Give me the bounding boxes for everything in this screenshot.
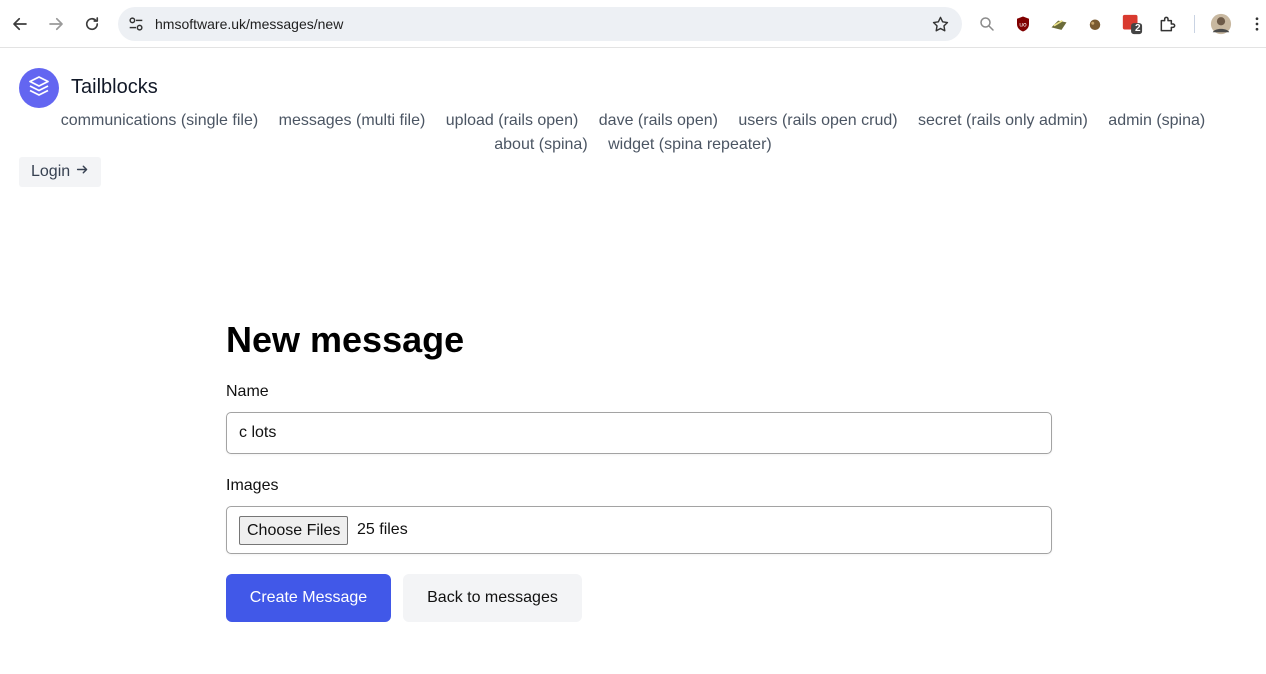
back-arrow-icon[interactable] bbox=[6, 10, 34, 38]
nav-link-secret[interactable]: secret (rails only admin) bbox=[918, 109, 1088, 133]
login-button[interactable]: Login bbox=[19, 157, 102, 187]
create-message-button[interactable]: Create Message bbox=[226, 574, 391, 622]
nav-link-upload[interactable]: upload (rails open) bbox=[446, 109, 579, 133]
page-title: New message bbox=[226, 319, 465, 360]
name-label: Name bbox=[226, 383, 269, 400]
back-to-messages-button[interactable]: Back to messages bbox=[403, 574, 582, 622]
nav-link-widget[interactable]: widget (spina repeater) bbox=[608, 133, 772, 157]
brand-logo[interactable] bbox=[19, 68, 59, 108]
files-selected-status: 25 files bbox=[357, 521, 408, 538]
nav-link-messages[interactable]: messages (multi file) bbox=[279, 109, 426, 133]
forward-arrow-icon[interactable] bbox=[42, 10, 70, 38]
url-text[interactable]: hmsoftware.uk/messages/new bbox=[155, 16, 343, 32]
extension-icon[interactable] bbox=[1048, 13, 1070, 35]
nav-link-communications[interactable]: communications (single file) bbox=[61, 109, 258, 133]
nav-link-dave[interactable]: dave (rails open) bbox=[599, 109, 718, 133]
search-icon[interactable] bbox=[976, 13, 998, 35]
ublock-icon[interactable]: uo bbox=[1012, 13, 1034, 35]
nav-link-users[interactable]: users (rails open crud) bbox=[738, 109, 897, 133]
puzzle-icon[interactable] bbox=[1157, 13, 1179, 35]
toolbar-divider bbox=[1194, 15, 1195, 33]
address-bar[interactable]: hmsoftware.uk/messages/new bbox=[118, 7, 962, 41]
images-label: Images bbox=[226, 477, 279, 494]
reload-icon[interactable] bbox=[78, 10, 106, 38]
site-info-icon[interactable] bbox=[126, 14, 146, 34]
name-input[interactable] bbox=[226, 412, 1052, 454]
avatar[interactable] bbox=[1210, 13, 1232, 35]
extension-icon[interactable]: 2 bbox=[1121, 13, 1143, 35]
bookmark-star-icon[interactable] bbox=[930, 14, 950, 34]
extension-badge: 2 bbox=[1135, 23, 1141, 34]
browser-toolbar: hmsoftware.uk/messages/new uo 2 bbox=[0, 0, 1266, 48]
stack-layers-icon bbox=[27, 74, 51, 103]
extension-icon[interactable] bbox=[1084, 13, 1106, 35]
nav-link-admin[interactable]: admin (spina) bbox=[1108, 109, 1205, 133]
arrow-right-icon bbox=[76, 163, 89, 181]
choose-files-button[interactable]: Choose Files bbox=[239, 516, 349, 545]
images-file-input[interactable]: Choose Files 25 files bbox=[226, 506, 1052, 554]
main-nav: communications (single file) messages (m… bbox=[0, 109, 1266, 157]
nav-link-about[interactable]: about (spina) bbox=[494, 133, 587, 157]
login-label: Login bbox=[31, 163, 71, 180]
svg-text:uo: uo bbox=[1019, 21, 1027, 28]
brand-name[interactable]: Tailblocks bbox=[71, 76, 158, 99]
kebab-menu-icon[interactable] bbox=[1246, 13, 1266, 35]
